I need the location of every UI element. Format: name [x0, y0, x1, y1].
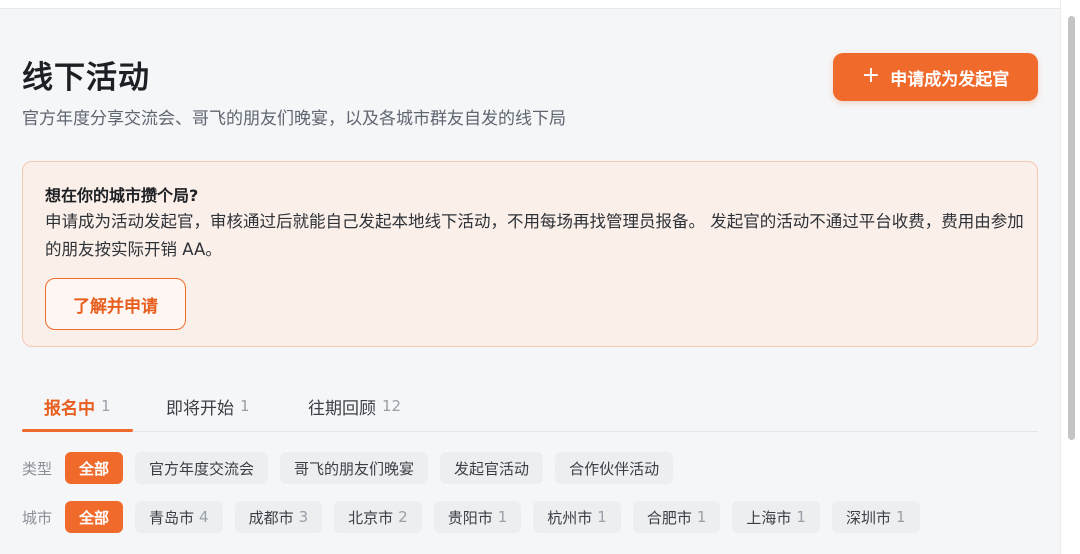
city-count: 1: [497, 508, 508, 526]
city-name: 贵阳市: [447, 508, 493, 527]
city-count: 2: [398, 508, 408, 526]
city-filter-chip-guiyang[interactable]: 贵阳市 1: [433, 501, 522, 533]
type-filter-chip-organizer[interactable]: 发起官活动: [440, 452, 544, 484]
city-count: 1: [597, 508, 607, 526]
tab-count: 1: [240, 397, 250, 415]
type-filter-chip-all[interactable]: 全部: [65, 452, 124, 484]
city-filter-chip-shanghai[interactable]: 上海市 1: [732, 501, 820, 533]
tab-label: 往期回顾: [308, 398, 376, 419]
type-filter-chip-official[interactable]: 官方年度交流会: [135, 452, 269, 484]
city-name: 上海市: [746, 508, 792, 527]
type-filter-chip-dinner[interactable]: 哥飞的朋友们晚宴: [280, 452, 429, 484]
city-filter-chip-chengdu[interactable]: 成都市 3: [234, 501, 323, 533]
city-name: 北京市: [348, 508, 394, 527]
plus-icon: +: [861, 63, 881, 88]
tab-label: 即将开始: [166, 398, 234, 419]
tab-label: 报名中: [44, 398, 95, 419]
event-status-tabs: 报名中 1 即将开始 1 往期回顾 12: [22, 380, 1038, 432]
active-tab-indicator: [22, 429, 133, 432]
tab-count: 1: [101, 397, 111, 415]
notice-title: 想在你的城市攒个局?: [45, 186, 199, 205]
city-name: 成都市: [248, 508, 294, 527]
top-bar: [0, 0, 1060, 9]
city-name: 合肥市: [646, 508, 692, 527]
city-count: 4: [199, 508, 209, 526]
type-filter-row: 类型 全部 官方年度交流会 哥飞的朋友们晚宴 发起官活动 合作伙伴活动: [22, 452, 685, 484]
city-filter-chip-shenzhen[interactable]: 深圳市 1: [831, 501, 920, 533]
tab-registering[interactable]: 报名中 1: [44, 380, 111, 432]
city-name: 深圳市: [845, 508, 891, 527]
type-filter-chip-partner[interactable]: 合作伙伴活动: [555, 452, 674, 484]
city-name: 杭州市: [547, 508, 593, 527]
city-filter-chip-beijing[interactable]: 北京市 2: [334, 501, 422, 533]
apply-organizer-label: 申请成为发起官: [890, 69, 1010, 90]
city-count: 1: [895, 508, 906, 526]
city-count: 1: [796, 508, 806, 526]
city-filter-chip-hangzhou[interactable]: 杭州市 1: [533, 501, 621, 533]
city-filter-chip-all[interactable]: 全部: [65, 501, 124, 533]
vertical-scrollbar[interactable]: [1060, 0, 1080, 554]
city-count: 1: [696, 508, 707, 526]
city-name: 青岛市: [149, 508, 195, 527]
tab-count: 12: [382, 397, 402, 415]
learn-and-apply-button[interactable]: 了解并申请: [45, 278, 186, 330]
tab-upcoming[interactable]: 即将开始 1: [166, 380, 250, 432]
city-count: 3: [298, 508, 309, 526]
scrollbar-thumb[interactable]: [1068, 16, 1075, 440]
city-filter-chip-hefei[interactable]: 合肥市 1: [632, 501, 721, 533]
city-filter-row: 城市 全部 青岛市 4 成都市 3 北京市 2 贵阳市 1 杭州市 1 合肥市 …: [22, 501, 932, 533]
type-filter-label: 类型: [22, 459, 53, 478]
notice-body: 申请成为活动发起官，审核通过后就能自己发起本地线下活动，不用每场再找管理员报备。…: [45, 212, 1024, 259]
apply-organizer-button[interactable]: + 申请成为发起官: [833, 53, 1038, 101]
city-filter-chip-qingdao[interactable]: 青岛市 4: [135, 501, 223, 533]
page-title: 线下活动: [22, 60, 150, 96]
organizer-notice: 想在你的城市攒个局? 申请成为活动发起官，审核通过后就能自己发起本地线下活动，不…: [22, 161, 1038, 347]
city-filter-label: 城市: [22, 508, 53, 527]
tab-past[interactable]: 往期回顾 12: [308, 380, 401, 432]
page-subtitle: 官方年度分享交流会、哥飞的朋友们晚宴，以及各城市群友自发的线下局: [22, 109, 566, 129]
